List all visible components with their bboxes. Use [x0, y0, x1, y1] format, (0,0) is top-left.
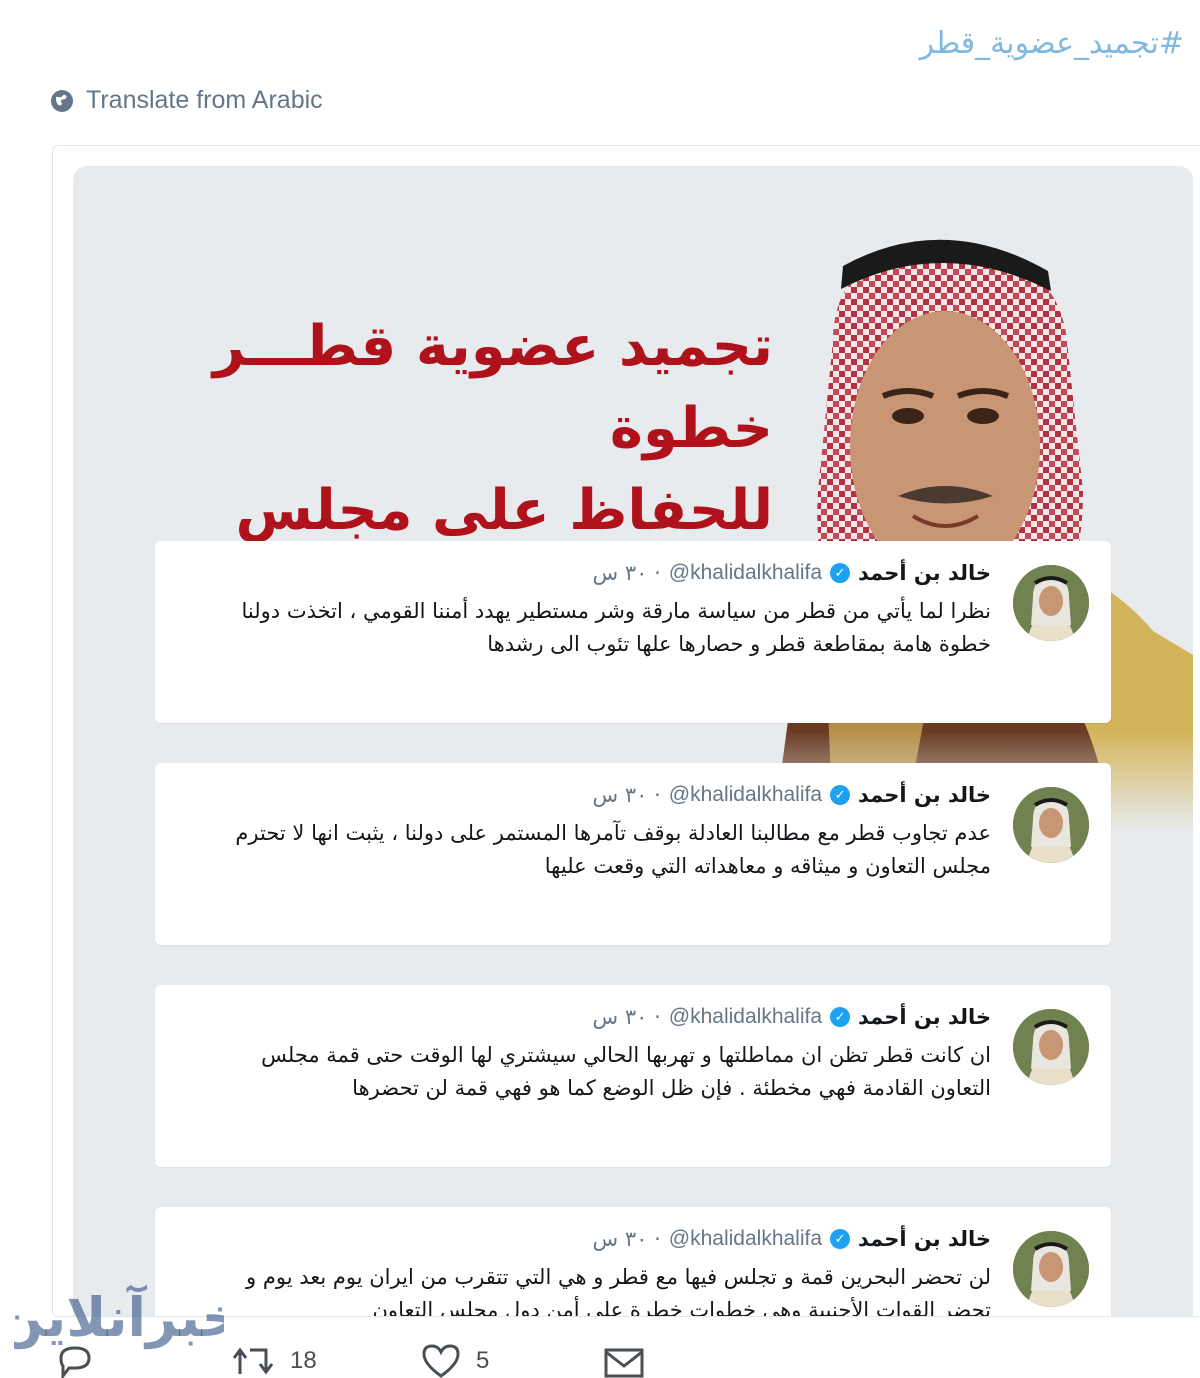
- embedded-tweet: خالد بن أحمد ✓ @khalidalkhalifa · ٣٠ س ع…: [155, 763, 1111, 945]
- tweet-author-name: خالد بن أحمد: [858, 783, 991, 807]
- tweet-actions: 18 5: [55, 1338, 655, 1378]
- verified-badge-icon: ✓: [830, 785, 851, 805]
- envelope-icon: [604, 1348, 644, 1378]
- tweet-author-name: خالد بن أحمد: [858, 561, 991, 585]
- tweet-media-card[interactable]: تجميد عضوية قطـــر خطوة للحفاظ على مجلس …: [52, 145, 1200, 1317]
- reply-button[interactable]: [55, 1344, 109, 1378]
- retweet-button[interactable]: 18: [230, 1344, 317, 1378]
- embedded-tweet: خالد بن أحمد ✓ @khalidalkhalifa · ٣٠ س ل…: [155, 1207, 1111, 1317]
- embedded-tweet: خالد بن أحمد ✓ @khalidalkhalifa · ٣٠ س ا…: [155, 985, 1111, 1167]
- verified-badge-icon: ✓: [830, 563, 851, 583]
- tweet-handle: @khalidalkhalifa: [668, 1005, 823, 1028]
- headline-line-1: تجميد عضوية قطـــر خطوة: [212, 314, 773, 461]
- retweet-icon: [232, 1347, 274, 1375]
- translate-link[interactable]: Translate from Arabic: [50, 86, 323, 115]
- verified-badge-icon: ✓: [830, 1007, 851, 1027]
- like-button[interactable]: 5: [420, 1344, 489, 1378]
- tweet-time: · ٣٠ س: [592, 1227, 661, 1251]
- tweet-text: لن تحضر البحرين قمة و تجلس فيها مع قطر و…: [246, 1265, 991, 1317]
- hashtag-link[interactable]: #تجميد_عضوية_قطر: [920, 26, 1184, 61]
- tweet-author-name: خالد بن أحمد: [858, 1227, 991, 1251]
- message-button[interactable]: [603, 1344, 645, 1378]
- globe-icon: [51, 89, 73, 112]
- reply-icon: [59, 1346, 91, 1378]
- tweet-time: · ٣٠ س: [592, 561, 661, 585]
- embedded-tweet: خالد بن أحمد ✓ @khalidalkhalifa · ٣٠ س ن…: [155, 541, 1111, 723]
- tweet-handle: @khalidalkhalifa: [668, 561, 823, 584]
- tweet-text: نظرا لما يأتي من قطر من سياسة مارقة وشر …: [241, 599, 991, 656]
- avatar: [1013, 1009, 1089, 1085]
- retweet-count: 18: [290, 1347, 317, 1374]
- verified-badge-icon: ✓: [830, 1229, 851, 1249]
- avatar: [1013, 787, 1089, 863]
- tweet-time: · ٣٠ س: [592, 1005, 661, 1029]
- tweet-time: · ٣٠ س: [592, 783, 661, 807]
- tweet-author-name: خالد بن أحمد: [858, 1005, 991, 1029]
- tweet-text: عدم تجاوب قطر مع مطالبنا العادلة بوقف تآ…: [235, 821, 991, 878]
- media-image[interactable]: تجميد عضوية قطـــر خطوة للحفاظ على مجلس …: [73, 166, 1193, 1317]
- avatar: [1013, 565, 1089, 641]
- tweet-handle: @khalidalkhalifa: [668, 783, 823, 806]
- translate-label: Translate from Arabic: [86, 86, 323, 114]
- tweet-handle: @khalidalkhalifa: [668, 1227, 823, 1250]
- heart-icon: [422, 1344, 460, 1378]
- like-count: 5: [476, 1347, 490, 1374]
- tweet-text: ان كانت قطر تظن ان مماطلتها و تهربها الح…: [261, 1043, 991, 1100]
- avatar: [1013, 1231, 1089, 1307]
